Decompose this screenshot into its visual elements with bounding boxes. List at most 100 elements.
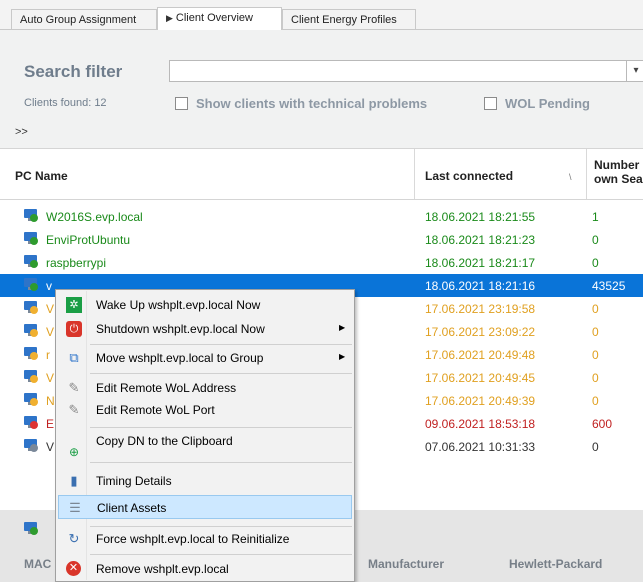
pc-name-cell: V bbox=[46, 440, 55, 454]
pc-name-cell: V bbox=[46, 325, 55, 339]
status-badge bbox=[30, 306, 38, 314]
pc-name-cell: EnviProtUbuntu bbox=[46, 233, 131, 247]
table-row[interactable]: raspberrypi 18.06.2021 18:21:17 0 bbox=[0, 251, 643, 274]
seats-cell: 600 bbox=[592, 417, 613, 431]
tab-label: Client Energy Profiles bbox=[291, 14, 397, 26]
menu-item-edit-wol-address[interactable]: ✎ Edit Remote WoL Address bbox=[58, 376, 352, 400]
menu-item-label: Wake Up wshplt.evp.local Now bbox=[96, 298, 261, 312]
seats-cell: 0 bbox=[592, 440, 599, 454]
manufacturer-label: Manufacturer bbox=[368, 557, 445, 571]
computer-icon bbox=[24, 232, 38, 245]
seats-cell: 0 bbox=[592, 233, 599, 247]
menu-item-wake-up[interactable]: ✲ Wake Up wshplt.evp.local Now bbox=[58, 293, 352, 317]
column-header-number-own-seats[interactable]: Number own Sea bbox=[594, 158, 643, 186]
last-connected-cell: 18.06.2021 18:21:17 bbox=[425, 256, 536, 270]
manufacturer-value: Hewlett-Packard bbox=[509, 557, 603, 571]
computer-icon bbox=[24, 324, 38, 337]
computer-icon bbox=[24, 347, 38, 360]
reinitialize-icon: ↻ bbox=[68, 531, 80, 546]
seats-cell: 0 bbox=[592, 394, 599, 408]
move-group-icon: ⧉ bbox=[69, 350, 79, 365]
submenu-arrow-icon: ▶ bbox=[339, 352, 346, 361]
tab-client-energy-profiles[interactable]: Client Energy Profiles bbox=[282, 9, 416, 29]
menu-item-shutdown[interactable]: ⏻ Shutdown wshplt.evp.local Now ▶ bbox=[58, 317, 352, 341]
search-filter-title: Search filter bbox=[24, 62, 123, 81]
status-badge bbox=[30, 214, 38, 222]
pc-name-cell: V bbox=[46, 302, 55, 316]
column-divider bbox=[586, 149, 587, 199]
seats-cell: 0 bbox=[592, 256, 599, 270]
table-row[interactable]: W2016S.evp.local 18.06.2021 18:21:55 1 bbox=[0, 205, 643, 228]
status-badge bbox=[30, 375, 38, 383]
seats-cell: 0 bbox=[592, 348, 599, 362]
status-badge bbox=[30, 237, 38, 245]
menu-separator bbox=[90, 373, 352, 374]
pc-name-cell: v bbox=[46, 279, 52, 293]
pc-name-cell: E bbox=[46, 417, 55, 431]
computer-icon bbox=[24, 301, 38, 314]
pc-name-cell: W2016S.evp.local bbox=[46, 210, 143, 224]
tab-client-overview[interactable]: ▶ Client Overview bbox=[157, 7, 282, 30]
last-connected-cell: 17.06.2021 23:09:22 bbox=[425, 325, 536, 339]
menu-item-label: Edit Remote WoL Address bbox=[96, 381, 237, 395]
menu-item-label: Timing Details bbox=[96, 474, 172, 488]
status-ok-badge bbox=[30, 527, 38, 535]
menu-item-label: Edit Remote WoL Port bbox=[96, 403, 215, 417]
search-input[interactable] bbox=[169, 60, 643, 82]
status-badge bbox=[30, 260, 38, 268]
status-badge bbox=[30, 444, 38, 452]
computer-icon bbox=[24, 393, 38, 406]
computer-icon bbox=[24, 416, 38, 429]
wol-pending-label: WOL Pending bbox=[505, 96, 590, 111]
pc-name-cell: N bbox=[46, 394, 55, 408]
menu-item-label: Client Assets bbox=[97, 501, 167, 515]
last-connected-cell: 18.06.2021 18:21:16 bbox=[425, 279, 536, 293]
show-problems-checkbox[interactable] bbox=[175, 97, 188, 110]
menu-separator bbox=[90, 462, 352, 463]
menu-item-label: Remove wshplt.evp.local bbox=[96, 562, 229, 576]
menu-item-timing-details[interactable]: ▮ Timing Details bbox=[58, 469, 352, 493]
last-connected-cell: 07.06.2021 10:31:33 bbox=[425, 440, 536, 454]
seats-cell: 0 bbox=[592, 302, 599, 316]
copy-dn-icon: ⊕ bbox=[68, 445, 80, 459]
last-connected-cell: 17.06.2021 20:49:39 bbox=[425, 394, 536, 408]
filter-panel bbox=[0, 30, 643, 148]
remove-icon: ✕ bbox=[66, 561, 81, 576]
table-row[interactable]: EnviProtUbuntu 18.06.2021 18:21:23 0 bbox=[0, 228, 643, 251]
status-badge bbox=[30, 283, 38, 291]
seats-cell: 0 bbox=[592, 325, 599, 339]
shutdown-icon: ⏻ bbox=[66, 321, 82, 337]
last-connected-cell: 17.06.2021 20:49:48 bbox=[425, 348, 536, 362]
sort-indicator-icon: \ bbox=[569, 172, 572, 182]
tab-label: Auto Group Assignment bbox=[20, 14, 137, 26]
computer-icon bbox=[24, 370, 38, 383]
computer-icon bbox=[24, 209, 38, 222]
expand-filter-button[interactable]: >> bbox=[15, 126, 28, 138]
column-header-last-connected[interactable]: Last connected bbox=[425, 169, 513, 183]
last-connected-cell: 18.06.2021 18:21:23 bbox=[425, 233, 536, 247]
menu-item-edit-wol-port[interactable]: ✎ Edit Remote WoL Port bbox=[58, 398, 352, 422]
menu-item-label: Shutdown wshplt.evp.local Now bbox=[96, 322, 265, 336]
chevron-down-icon[interactable]: ▾ bbox=[626, 61, 643, 81]
menu-item-label: Force wshplt.evp.local to Reinitialize bbox=[96, 532, 290, 546]
computer-icon bbox=[24, 522, 38, 535]
edit-icon: ✎ bbox=[68, 380, 80, 395]
last-connected-cell: 17.06.2021 23:19:58 bbox=[425, 302, 536, 316]
seats-cell: 0 bbox=[592, 371, 599, 385]
menu-item-force-reinitialize[interactable]: ↻ Force wshplt.evp.local to Reinitialize bbox=[58, 527, 352, 551]
menu-item-client-assets[interactable]: ☰ Client Assets bbox=[58, 495, 352, 519]
seats-cell: 1 bbox=[592, 210, 599, 224]
menu-item-move-to-group[interactable]: ⧉ Move wshplt.evp.local to Group ▶ bbox=[58, 346, 352, 370]
column-header-pc-name[interactable]: PC Name bbox=[15, 169, 68, 183]
context-menu: ✲ Wake Up wshplt.evp.local Now ⏻ Shutdow… bbox=[55, 289, 355, 582]
menu-item-remove[interactable]: ✕ Remove wshplt.evp.local bbox=[58, 557, 352, 581]
wol-pending-checkbox[interactable] bbox=[484, 97, 497, 110]
tab-auto-group-assignment[interactable]: Auto Group Assignment bbox=[11, 9, 157, 29]
play-triangle-icon: ▶ bbox=[166, 13, 173, 23]
last-connected-cell: 18.06.2021 18:21:55 bbox=[425, 210, 536, 224]
pc-name-cell: raspberrypi bbox=[46, 256, 107, 270]
menu-separator bbox=[90, 427, 352, 428]
menu-item-copy-dn[interactable]: ⊕ Copy DN to the Clipboard bbox=[58, 434, 352, 464]
column-divider bbox=[414, 149, 415, 199]
pc-name-cell: r bbox=[46, 348, 50, 362]
